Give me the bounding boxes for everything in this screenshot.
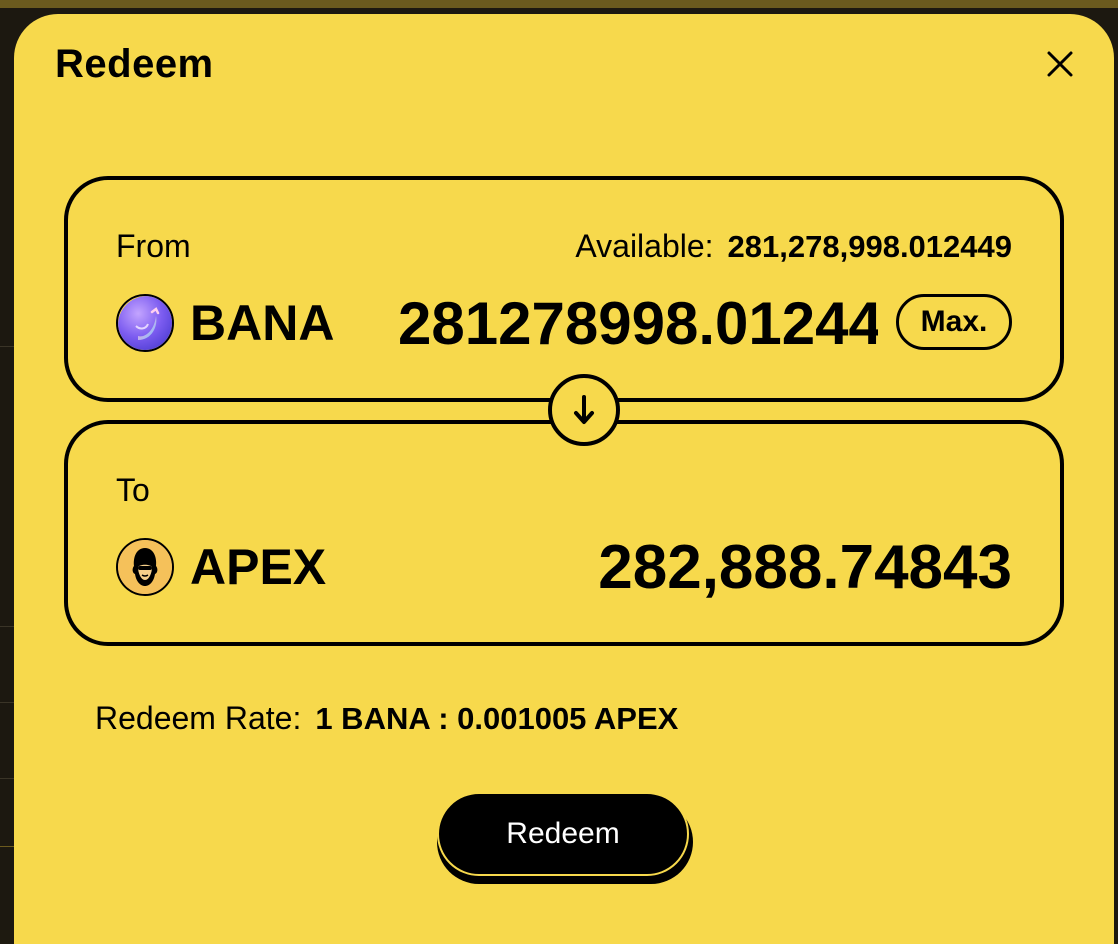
max-button[interactable]: Max. [896,294,1012,350]
backdrop-topbar [0,0,1118,8]
close-button[interactable] [1040,44,1080,84]
redeem-modal: Redeem From Available: 281,278,998.012449 [14,14,1114,944]
to-amount: 282,888.74843 [598,533,1012,602]
to-token-symbol: APEX [190,539,327,595]
close-icon [1047,51,1073,77]
available-balance: Available: 281,278,998.012449 [575,228,1012,265]
ape-token-icon [116,538,174,596]
swap-direction-button[interactable] [548,374,620,446]
redeem-rate: Redeem Rate: 1 BANA : 0.001005 APEX [95,700,678,737]
to-label: To [116,472,150,508]
to-panel: To APEX 282,888.74843 [64,420,1064,646]
modal-title: Redeem [55,42,214,86]
redeem-rate-value: 1 BANA : 0.001005 APEX [315,701,679,736]
redeem-button[interactable]: Redeem [437,792,689,876]
arrow-down-icon [574,395,594,424]
from-token: BANA [116,294,334,352]
to-token: APEX [116,538,326,596]
available-value: 281,278,998.012449 [727,229,1012,264]
banana-token-icon [116,294,174,352]
redeem-rate-label: Redeem Rate: [95,700,302,736]
from-amount-input[interactable] [398,290,878,356]
redeem-button-wrapper: Redeem [437,792,693,884]
backdrop-divider [0,846,14,847]
from-token-symbol: BANA [190,295,335,351]
from-label: From [116,228,191,264]
from-panel: From Available: 281,278,998.012449 BANA … [64,176,1064,402]
available-label: Available: [575,228,714,264]
